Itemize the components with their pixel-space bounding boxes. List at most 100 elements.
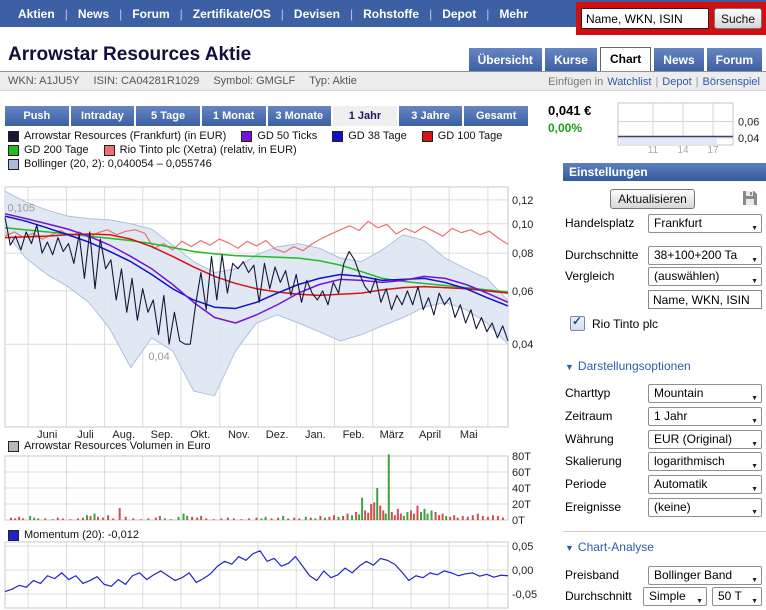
chevron-down-icon: ▼ — [751, 593, 758, 606]
legend-bollinger: Bollinger (20, 2): 0,040054 – 0,055746 — [8, 158, 212, 170]
add-boersenspiel-link[interactable]: Börsenspiel — [692, 76, 760, 88]
svg-text:März: März — [380, 429, 404, 441]
wkn-value: WKN: A1JU5Y — [8, 75, 80, 87]
period-3monate[interactable]: 3 Monate — [268, 106, 332, 126]
legend-label: Bollinger (20, 2): 0,040054 – 0,055746 — [24, 158, 212, 170]
darstellungsoptionen-toggle[interactable]: ▼Darstellungsoptionen — [565, 359, 691, 373]
period-push[interactable]: Push — [5, 106, 69, 126]
chevron-down-icon: ▼ — [751, 572, 758, 585]
periode-dropdown[interactable]: Automatik ▼ — [648, 475, 762, 494]
period-gesamt[interactable]: Gesamt — [464, 106, 528, 126]
legend-swatch — [8, 530, 19, 541]
svg-text:Dez.: Dez. — [266, 429, 289, 441]
refresh-button[interactable]: Aktualisieren — [610, 189, 695, 209]
legend-row-2: GD 200 Tage Rio Tinto plc (Xetra) (relat… — [8, 144, 297, 156]
legend-label: GD 200 Tage — [24, 144, 89, 156]
durchschnitt-typ-dropdown[interactable]: Simple ▼ — [643, 587, 707, 606]
svg-text:0,08: 0,08 — [512, 248, 533, 260]
svg-text:11: 11 — [648, 145, 659, 156]
nav-aktien[interactable]: Aktien — [18, 7, 55, 21]
legend-label: GD 50 Ticks — [257, 130, 317, 142]
preisband-dropdown[interactable]: Bollinger Band ▼ — [648, 566, 762, 585]
durchschnitt-label: Durchschnitt — [565, 589, 632, 603]
skalierung-dropdown[interactable]: logarithmisch ▼ — [648, 452, 762, 471]
period-1monat[interactable]: 1 Monat — [202, 106, 266, 126]
legend-swatch — [422, 131, 433, 142]
periode-label: Periode — [565, 477, 606, 491]
page-tabs: Übersicht Kurse Chart News Forum — [469, 47, 762, 72]
search-button[interactable]: Suche — [714, 8, 762, 29]
period-3jahre[interactable]: 3 Jahre — [399, 106, 463, 126]
price-change-percent: 0,00% — [548, 121, 582, 135]
charttyp-value: Mountain — [654, 386, 703, 400]
vergleich-search-input[interactable] — [648, 290, 762, 309]
nav-links: Aktien News Forum Zertifikate/OS Devisen… — [18, 0, 528, 27]
nav-forum[interactable]: Forum — [109, 7, 169, 21]
search-input[interactable] — [581, 8, 709, 29]
ereignisse-dropdown[interactable]: (keine) ▼ — [648, 498, 762, 517]
charttyp-dropdown[interactable]: Mountain ▼ — [648, 384, 762, 403]
preisband-label: Preisband — [565, 568, 619, 582]
durchschnitt-typ-value: Simple — [649, 589, 686, 603]
period-5tage[interactable]: 5 Tage — [136, 106, 200, 126]
legend-label: GD 38 Tage — [348, 130, 407, 142]
typ-value: Typ: Aktie — [309, 75, 357, 87]
svg-text:Feb.: Feb. — [343, 429, 365, 441]
legend-gd100: GD 100 Tage — [422, 130, 503, 142]
charttyp-label: Charttyp — [565, 386, 610, 400]
tab-uebersicht[interactable]: Übersicht — [469, 48, 542, 72]
legend-swatch — [8, 131, 19, 142]
add-depot-link[interactable]: Depot — [651, 76, 691, 88]
handelsplatz-label: Handelsplatz — [565, 216, 634, 230]
add-to-label: Einfügen in — [548, 76, 603, 88]
chevron-down-icon: ▼ — [751, 252, 758, 265]
nav-zertifikate[interactable]: Zertifikate/OS — [170, 7, 271, 21]
nav-depot[interactable]: Depot — [419, 7, 476, 21]
triangle-down-icon: ▼ — [565, 362, 574, 372]
add-watchlist-link[interactable]: Watchlist — [607, 76, 651, 88]
skalierung-label: Skalierung — [565, 454, 622, 468]
nav-rohstoffe[interactable]: Rohstoffe — [340, 7, 419, 21]
nav-news[interactable]: News — [55, 7, 109, 21]
zeitraum-label: Zeitraum — [565, 409, 612, 423]
chart-analyse-toggle[interactable]: ▼Chart-Analyse — [565, 540, 654, 554]
handelsplatz-value: Frankfurt — [654, 216, 702, 230]
handelsplatz-dropdown[interactable]: Frankfurt ▼ — [648, 214, 762, 233]
chevron-down-icon: ▼ — [751, 273, 758, 286]
svg-text:0,04: 0,04 — [512, 339, 533, 351]
legend-swatch — [104, 145, 115, 156]
durchschnitt-tage-dropdown[interactable]: 50 T ▼ — [712, 587, 762, 606]
svg-text:April: April — [419, 429, 441, 441]
skalierung-value: logarithmisch — [654, 454, 725, 468]
legend-arrowstar: Arrowstar Resources (Frankfurt) (in EUR) — [8, 130, 226, 142]
chevron-down-icon: ▼ — [751, 220, 758, 233]
rio-tinto-checkbox[interactable] — [570, 316, 585, 331]
durchschnitte-label: Durchschnitte — [565, 248, 638, 262]
svg-text:80T: 80T — [512, 452, 531, 463]
tab-news[interactable]: News — [654, 48, 703, 72]
zeitraum-dropdown[interactable]: 1 Jahr ▼ — [648, 407, 762, 426]
chart-period-buttons: Push Intraday 5 Tage 1 Monat 3 Monate 1 … — [5, 106, 528, 126]
add-to-area: Einfügen in Watchlist Depot Börsenspiel — [548, 72, 760, 91]
legend-gd200: GD 200 Tage — [8, 144, 89, 156]
momentum-chart: 0,050,00-0,05 — [0, 540, 556, 610]
vergleich-dropdown[interactable]: (auswählen) ▼ — [648, 267, 762, 286]
legend-swatch — [241, 131, 252, 142]
svg-text:0,06: 0,06 — [512, 286, 533, 298]
sidebar-divider — [563, 531, 766, 532]
vergleich-value: (auswählen) — [654, 269, 719, 283]
tab-forum[interactable]: Forum — [707, 48, 762, 72]
period-1jahr[interactable]: 1 Jahr — [333, 106, 397, 126]
main-price-chart: 0,120,100,080,060,04JuniJuliAug.Sep.Okt.… — [0, 183, 556, 441]
tab-chart[interactable]: Chart — [600, 47, 651, 72]
tab-kurse[interactable]: Kurse — [545, 48, 597, 72]
chevron-down-icon: ▼ — [751, 390, 758, 403]
durchschnitte-dropdown[interactable]: 38+100+200 Ta ▼ — [648, 246, 762, 265]
legend-swatch — [332, 131, 343, 142]
nav-devisen[interactable]: Devisen — [271, 7, 340, 21]
period-intraday[interactable]: Intraday — [71, 106, 135, 126]
save-icon[interactable] — [742, 190, 758, 206]
waehrung-dropdown[interactable]: EUR (Original) ▼ — [648, 430, 762, 449]
waehrung-label: Währung — [565, 432, 614, 446]
nav-mehr[interactable]: Mehr — [476, 7, 528, 21]
